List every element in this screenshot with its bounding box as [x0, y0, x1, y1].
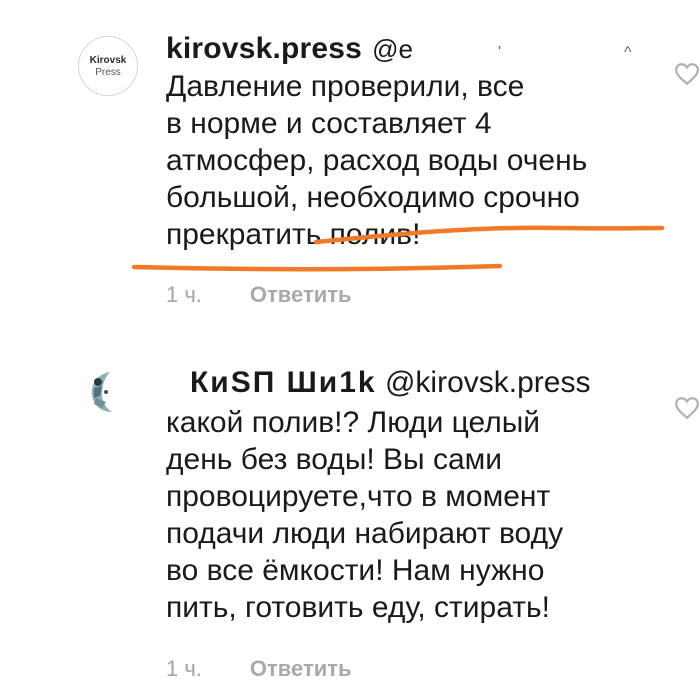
avatar-logo-text: Kirovsk — [89, 54, 127, 66]
mention-link[interactable]: @kirovsk.press — [385, 366, 591, 399]
avatar-image — [80, 368, 128, 416]
mention-fragment[interactable]: @e — [372, 34, 413, 64]
heart-icon[interactable] — [674, 62, 700, 86]
artifact-mark: ' — [498, 44, 502, 61]
comment-meta: 1 ч. Ответить — [166, 282, 352, 308]
comment-body: КиSП Ши1k @kirovsk.press какой полив!? Л… — [166, 364, 686, 626]
comment-username[interactable]: КиSП Ши1k — [166, 366, 377, 399]
comment-meta: 1 ч. Ответить — [166, 656, 352, 682]
comment-item: Kirovsk Press kirovsk.press @e Давление п… — [0, 14, 700, 314]
heart-icon[interactable] — [674, 396, 700, 420]
comment-text: Давление проверили, все в норме и состав… — [166, 70, 588, 251]
comment-header: kirovsk.press @e — [166, 30, 686, 68]
comment-time: 1 ч. — [166, 656, 202, 681]
reply-button[interactable]: Ответить — [250, 656, 352, 682]
comment-username[interactable]: kirovsk.press — [166, 32, 362, 65]
comment-header: КиSП Ши1k @kirovsk.press — [166, 364, 686, 402]
avatar[interactable]: Kirovsk Press — [78, 36, 138, 96]
avatar-logo-subtext: Press — [95, 66, 121, 78]
comment-body: kirovsk.press @e Давление проверили, все … — [166, 30, 686, 253]
avatar[interactable] — [80, 368, 128, 416]
artifact-mark: ^ — [624, 44, 632, 61]
reply-button[interactable]: Ответить — [250, 282, 352, 308]
comment-time: 1 ч. — [166, 282, 202, 307]
comment-item: КиSП Ши1k @kirovsk.press какой полив!? Л… — [0, 356, 700, 696]
comment-text: какой полив!? Люди целый день без воды! … — [166, 406, 564, 624]
